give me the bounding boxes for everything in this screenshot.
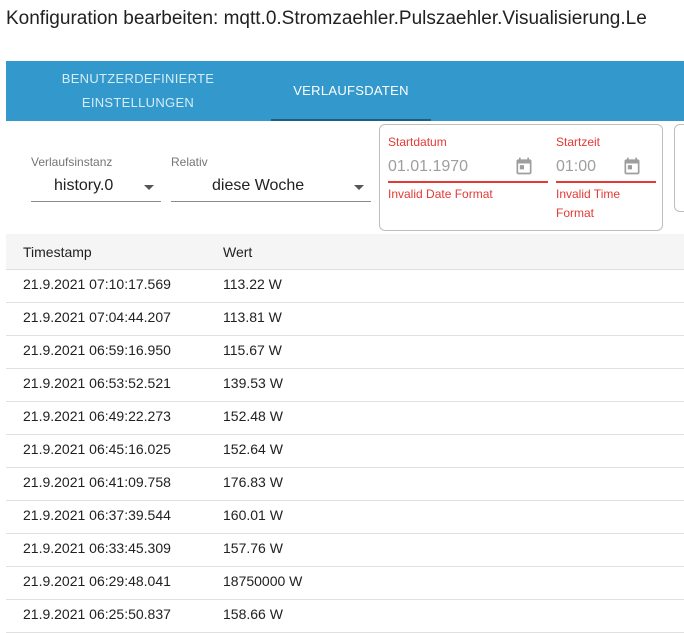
value-cell: 152.48 W: [223, 408, 283, 424]
value-cell: 176.83 W: [223, 474, 283, 490]
start-date-error: Invalid Date Format: [388, 187, 493, 201]
instance-value: history.0: [54, 177, 114, 194]
table-row[interactable]: 21.9.2021 06:49:22.273 152.48 W: [6, 402, 684, 435]
timestamp-cell: 21.9.2021 06:25:50.837: [23, 606, 171, 622]
start-time-input[interactable]: 01:00: [556, 158, 596, 176]
history-table-body: 21.9.2021 07:10:17.569 113.22 W 21.9.2021…: [6, 270, 684, 633]
tab-label-line2: EINSTELLUNGEN: [81, 95, 195, 110]
value-cell: 152.64 W: [223, 441, 283, 457]
dialog-title: Konfiguration bearbeiten: mqtt.0.Stromza…: [6, 8, 647, 29]
start-time-error: Invalid Time Format: [556, 185, 620, 223]
chevron-down-icon: [144, 185, 154, 190]
start-date-input[interactable]: 01.01.1970: [388, 158, 468, 176]
table-row[interactable]: 21.9.2021 07:04:44.207 113.81 W: [6, 303, 684, 336]
start-date-label: Startdatum: [388, 135, 447, 149]
timestamp-cell: 21.9.2021 06:29:48.041: [23, 573, 171, 589]
calendar-icon[interactable]: [622, 156, 642, 176]
table-row[interactable]: 21.9.2021 06:33:45.309 157.76 W: [6, 534, 684, 567]
timestamp-cell: 21.9.2021 06:59:16.950: [23, 342, 171, 358]
relative-value: diese Woche: [212, 177, 305, 194]
table-row[interactable]: 21.9.2021 06:59:16.950 115.67 W: [6, 336, 684, 369]
value-cell: 157.76 W: [223, 540, 283, 556]
tab-bar: BENUTZERDEFINIERTE EINSTELLUNGEN VERLAUF…: [6, 61, 684, 121]
timestamp-cell: 21.9.2021 06:53:52.521: [23, 375, 171, 391]
table-row[interactable]: 21.9.2021 06:53:52.521 139.53 W: [6, 369, 684, 402]
timestamp-cell: 21.9.2021 06:37:39.544: [23, 507, 171, 523]
start-time-label: Startzeit: [556, 135, 601, 149]
value-cell: 139.53 W: [223, 375, 283, 391]
table-header: Timestamp Wert: [6, 234, 684, 270]
timestamp-cell: 21.9.2021 06:45:16.025: [23, 441, 171, 457]
start-time-underline: [556, 181, 656, 183]
column-header-timestamp[interactable]: Timestamp: [23, 244, 92, 260]
timestamp-cell: 21.9.2021 06:49:22.273: [23, 408, 171, 424]
table-row[interactable]: 21.9.2021 07:10:17.569 113.22 W: [6, 270, 684, 303]
table-row[interactable]: 21.9.2021 06:41:09.758 176.83 W: [6, 468, 684, 501]
value-cell: 18750000 W: [223, 573, 303, 589]
value-cell: 115.67 W: [223, 342, 282, 358]
relative-label: Relativ: [171, 155, 208, 169]
active-tab-indicator: [271, 119, 431, 121]
column-header-value[interactable]: Wert: [223, 244, 252, 260]
value-cell: 113.22 W: [223, 276, 282, 292]
relative-underline: [171, 201, 371, 202]
table-row[interactable]: 21.9.2021 06:45:16.025 152.64 W: [6, 435, 684, 468]
timestamp-cell: 21.9.2021 07:04:44.207: [23, 309, 171, 325]
timestamp-cell: 21.9.2021 07:10:17.569: [23, 276, 171, 292]
tab-label-line1: BENUTZERDEFINIERTE: [61, 71, 215, 86]
start-time-error-line2: Format: [556, 206, 595, 220]
end-range-box: [674, 124, 684, 212]
tab-history-data[interactable]: VERLAUFSDATEN: [271, 61, 431, 121]
table-row[interactable]: 21.9.2021 06:29:48.041 18750000 W: [6, 567, 684, 600]
table-row[interactable]: 21.9.2021 06:37:39.544 160.01 W: [6, 501, 684, 534]
calendar-icon[interactable]: [514, 156, 534, 176]
table-row[interactable]: 21.9.2021 06:25:50.837 158.66 W: [6, 600, 684, 633]
chevron-down-icon: [354, 185, 364, 190]
timestamp-cell: 21.9.2021 06:41:09.758: [23, 474, 171, 490]
timestamp-cell: 21.9.2021 06:33:45.309: [23, 540, 171, 556]
value-cell: 113.81 W: [223, 309, 282, 325]
value-cell: 160.01 W: [223, 507, 283, 523]
tab-custom-settings[interactable]: BENUTZERDEFINIERTE EINSTELLUNGEN: [43, 61, 233, 121]
start-date-underline: [388, 181, 548, 183]
instance-label: Verlaufsinstanz: [31, 155, 113, 169]
value-cell: 158.66 W: [223, 606, 283, 622]
start-time-error-line1: Invalid Time: [556, 187, 621, 201]
instance-underline: [31, 201, 161, 202]
tab-label: VERLAUFSDATEN: [293, 83, 409, 98]
